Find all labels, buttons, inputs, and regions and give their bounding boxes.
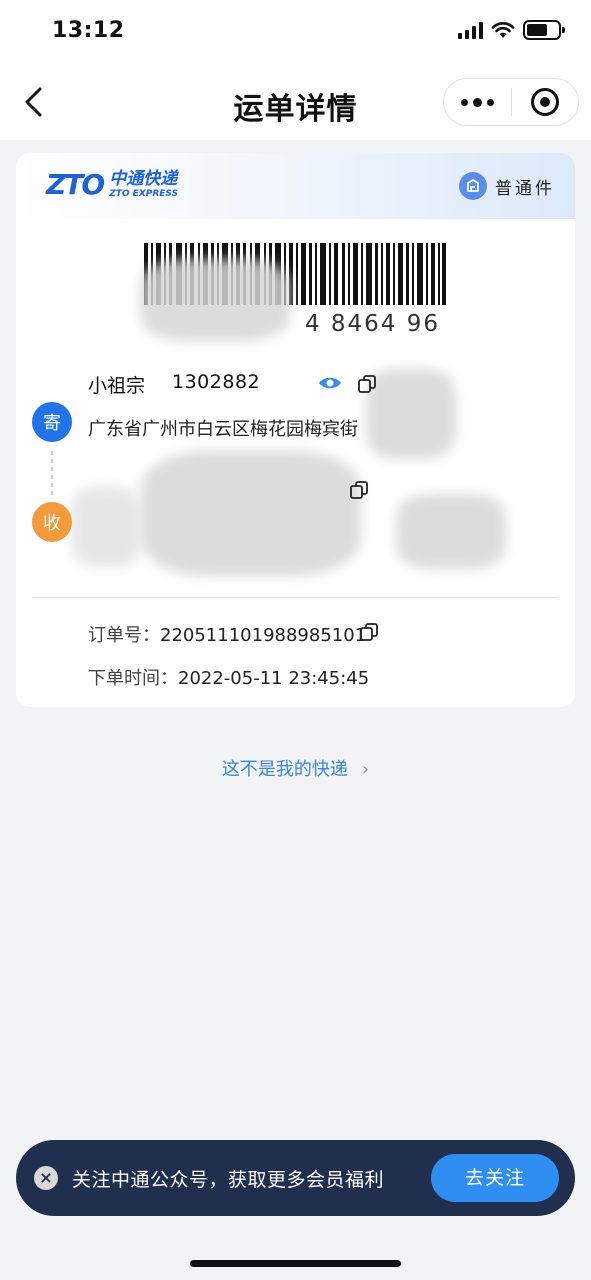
sender-phone: 1302882 bbox=[172, 371, 261, 393]
divider bbox=[32, 597, 559, 598]
parcel-type-label: 普通件 bbox=[495, 178, 555, 199]
zto-logo-en: ZTO EXPRESS bbox=[109, 189, 179, 199]
close-mini-program-button[interactable] bbox=[512, 78, 578, 126]
mini-program-capsule bbox=[443, 78, 579, 126]
more-options-button[interactable] bbox=[444, 78, 511, 126]
waybill-card: 4 8464 96 寄 收 小祖宗 1302882 广东省广州市白云区梅花园梅宾… bbox=[16, 219, 575, 707]
dot-icon bbox=[473, 97, 482, 107]
zto-logo-cn: 中通快递 bbox=[109, 169, 178, 189]
order-number-row: 订单号：220511101988985101 bbox=[88, 621, 366, 647]
dot-icon bbox=[461, 98, 468, 106]
status-bar: 13:12 bbox=[0, 0, 591, 62]
redaction-smudge bbox=[141, 451, 361, 576]
home-indicator bbox=[190, 1260, 401, 1267]
sender-name: 小祖宗 bbox=[88, 375, 146, 397]
copy-order-number-icon[interactable] bbox=[360, 623, 378, 641]
status-icons bbox=[458, 20, 565, 40]
zto-logo-mark: ZTO bbox=[46, 168, 105, 201]
copy-phone-icon[interactable] bbox=[358, 375, 376, 393]
not-my-parcel-label: 这不是我的快递 bbox=[221, 759, 348, 780]
redaction-smudge bbox=[366, 369, 456, 459]
dot-icon bbox=[487, 98, 494, 106]
zto-logo: ZTO 中通快递 ZTO EXPRESS bbox=[46, 171, 178, 199]
not-my-parcel-link[interactable]: 这不是我的快递 › bbox=[0, 755, 591, 781]
receiver-badge: 收 bbox=[32, 502, 72, 542]
order-time: 2022-05-11 23:45:45 bbox=[178, 668, 370, 689]
target-icon bbox=[530, 88, 559, 116]
redaction-smudge bbox=[396, 494, 506, 569]
order-number-label: 订单号： bbox=[88, 625, 160, 646]
chevron-right-icon: › bbox=[361, 759, 370, 780]
parcel-icon bbox=[459, 172, 487, 200]
waybill-card-header: ZTO 中通快递 ZTO EXPRESS 普通件 bbox=[16, 153, 575, 219]
status-time: 13:12 bbox=[52, 18, 125, 43]
follow-banner-text: 关注中通公众号，获取更多会员福利 bbox=[72, 1169, 385, 1191]
cellular-signal-icon bbox=[458, 21, 483, 39]
order-time-label: 下单时间： bbox=[88, 668, 178, 689]
follow-button[interactable]: 去关注 bbox=[431, 1154, 559, 1202]
battery-icon bbox=[523, 20, 565, 40]
timeline-connector bbox=[51, 451, 53, 499]
redaction-smudge bbox=[71, 487, 141, 567]
parcel-type: 普通件 bbox=[459, 172, 555, 200]
sender-address: 广东省广州市白云区梅花园梅宾街 bbox=[88, 419, 358, 440]
redaction-smudge bbox=[140, 259, 290, 341]
order-time-row: 下单时间：2022-05-11 23:45:45 bbox=[88, 664, 369, 690]
eye-icon[interactable] bbox=[318, 375, 342, 391]
follow-account-banner: × 关注中通公众号，获取更多会员福利 去关注 bbox=[16, 1140, 575, 1216]
copy-receiver-icon[interactable] bbox=[350, 481, 368, 499]
order-number: 220511101988985101 bbox=[160, 625, 367, 646]
sender-badge: 寄 bbox=[32, 402, 72, 442]
close-banner-button[interactable]: × bbox=[34, 1166, 58, 1190]
wifi-icon bbox=[491, 22, 515, 38]
nav-bar: 运单详情 bbox=[0, 62, 591, 140]
